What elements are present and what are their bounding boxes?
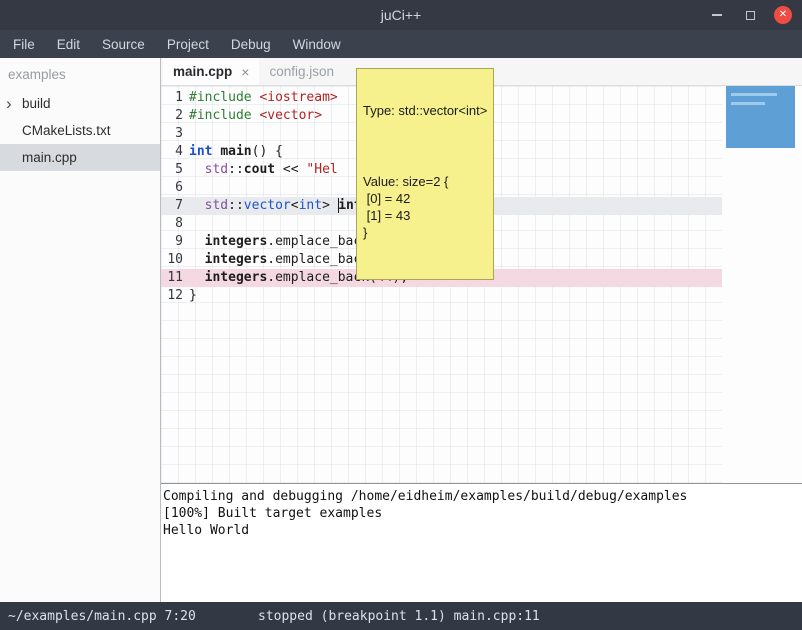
code-token: #include <box>189 90 252 105</box>
expander-icon[interactable]: › <box>6 95 22 112</box>
code-token: main <box>220 144 251 159</box>
line-number: 9 <box>161 233 189 251</box>
code-token: std <box>205 162 228 177</box>
menu-item-source[interactable]: Source <box>91 30 156 58</box>
code-token: :: <box>228 198 244 213</box>
tooltip-type-line: Type: std::vector<int> <box>363 103 487 118</box>
code-token: <vector> <box>259 108 322 123</box>
code-token: () { <box>252 144 283 159</box>
code-line-12[interactable]: 12} <box>161 287 722 305</box>
code-token: std <box>205 198 228 213</box>
editor-pane: main.cpp × config.json 1#include <iostream… <box>161 58 802 602</box>
line-number: 3 <box>161 125 189 143</box>
tree-item-label: build <box>22 96 51 111</box>
tooltip-value-line: [1] = 43 <box>363 207 487 224</box>
code-token: cout <box>244 162 275 177</box>
titlebar: juCi++ ✕ <box>0 0 802 30</box>
code-token: vector <box>244 198 291 213</box>
minimap[interactable] <box>726 86 795 148</box>
tab-label: config.json <box>269 64 334 79</box>
code-token: int <box>189 144 212 159</box>
line-number: 5 <box>161 161 189 179</box>
window-title: juCi++ <box>381 7 421 23</box>
tab-close-icon[interactable]: × <box>241 64 249 80</box>
tab-label: main.cpp <box>173 64 232 79</box>
line-number: 12 <box>161 287 189 305</box>
window-controls: ✕ <box>708 0 792 30</box>
tree-item-label: main.cpp <box>22 150 77 165</box>
code-token <box>189 198 205 213</box>
code-token: > <box>322 198 338 213</box>
tooltip-value-line: [0] = 42 <box>363 190 487 207</box>
line-number: 2 <box>161 107 189 125</box>
tree-item-main-cpp[interactable]: main.cpp <box>0 144 160 171</box>
tooltip-value-lines: Value: size=2 { [0] = 42 [1] = 43} <box>363 173 487 241</box>
code-token <box>189 234 205 249</box>
code-token: :: <box>228 162 244 177</box>
code-token: #include <box>189 108 252 123</box>
tree-item-label: CMakeLists.txt <box>22 123 111 138</box>
debug-tooltip: Type: std::vector<int> Value: size=2 { [… <box>356 68 494 280</box>
sidebar: examples ›build CMakeLists.txt main.cpp <box>0 58 161 602</box>
menu-item-debug[interactable]: Debug <box>220 30 282 58</box>
line-number: 7 <box>161 197 189 215</box>
console-line: Hello World <box>163 522 800 539</box>
minimize-icon <box>712 14 722 16</box>
code-token: <iostream> <box>259 90 337 105</box>
tree-item-cmakelists-txt[interactable]: CMakeLists.txt <box>0 117 160 144</box>
tooltip-value-line: Value: size=2 { <box>363 173 487 190</box>
file-tree: ›build CMakeLists.txt main.cpp <box>0 90 160 171</box>
tree-item-build[interactable]: ›build <box>0 90 160 117</box>
console-line: Compiling and debugging /home/eidheim/ex… <box>163 488 800 505</box>
code-token <box>189 270 205 285</box>
line-number: 11 <box>161 269 189 287</box>
tab-main-cpp[interactable]: main.cpp × <box>163 58 259 85</box>
code-token: integers <box>205 252 268 267</box>
minimap-line <box>731 93 777 96</box>
code-token: << <box>275 162 306 177</box>
project-name: examples <box>0 58 160 90</box>
code-token: "Hel <box>306 162 337 177</box>
minimize-button[interactable] <box>708 6 726 24</box>
tooltip-value-line: } <box>363 224 487 241</box>
console-line: [100%] Built target examples <box>163 505 800 522</box>
line-number: 10 <box>161 251 189 269</box>
status-debug-state: stopped (breakpoint 1.1) main.cpp:11 <box>258 609 540 624</box>
menu-item-window[interactable]: Window <box>282 30 352 58</box>
line-number: 1 <box>161 89 189 107</box>
tab-config-json[interactable]: config.json <box>259 58 344 85</box>
restore-icon <box>746 11 755 20</box>
minimap-line <box>731 102 765 105</box>
code-token: } <box>189 288 197 303</box>
close-button[interactable]: ✕ <box>774 6 792 24</box>
line-number: 6 <box>161 179 189 197</box>
statusbar: ~/examples/main.cpp 7:20 stopped (breakp… <box>0 602 802 630</box>
restore-button[interactable] <box>741 6 759 24</box>
console-output[interactable]: Compiling and debugging /home/eidheim/ex… <box>161 483 802 602</box>
code-token: int <box>299 198 322 213</box>
menu-item-file[interactable]: File <box>2 30 46 58</box>
code-token <box>189 162 205 177</box>
status-file-position: ~/examples/main.cpp 7:20 <box>8 609 196 624</box>
close-icon: ✕ <box>779 10 787 20</box>
line-number: 4 <box>161 143 189 161</box>
code-text: } <box>189 287 722 305</box>
main-area: examples ›build CMakeLists.txt main.cpp ma… <box>0 58 802 602</box>
menu-item-edit[interactable]: Edit <box>46 30 91 58</box>
code-token: < <box>291 198 299 213</box>
menubar: FileEditSourceProjectDebugWindow <box>0 30 802 58</box>
app-window: juCi++ ✕ FileEditSourceProjectDebugWindo… <box>0 0 802 630</box>
code-token: integers <box>205 270 268 285</box>
menu-item-project[interactable]: Project <box>156 30 220 58</box>
line-number: 8 <box>161 215 189 233</box>
code-token <box>189 252 205 267</box>
code-token: integers <box>205 234 268 249</box>
